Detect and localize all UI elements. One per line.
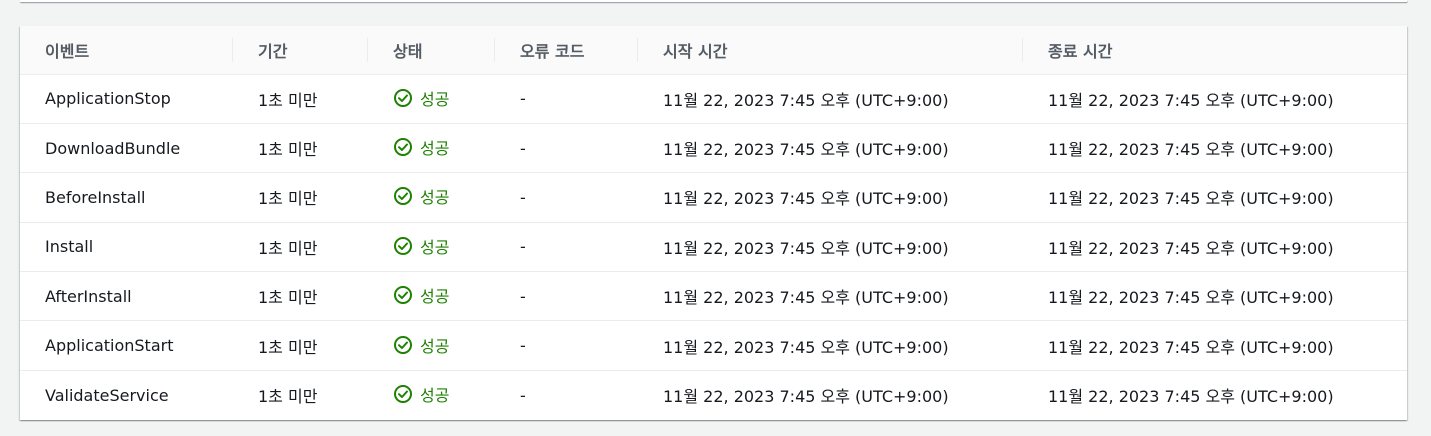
check-circle-icon — [393, 137, 413, 157]
column-header-end-time[interactable]: 종료 시간 — [1023, 26, 1407, 74]
duration-cell: 1초 미만 — [258, 238, 318, 258]
status-label: 성공 — [420, 287, 450, 307]
event-name-cell: DownloadBundle — [45, 138, 181, 158]
check-circle-icon — [393, 335, 413, 355]
status-cell: 성공 — [368, 370, 495, 419]
table-header-row: 이벤트 기간 상태 오류 코드 시작 시간 종료 시간 — [20, 26, 1407, 74]
status-label: 성공 — [420, 386, 450, 406]
check-circle-icon — [393, 88, 413, 108]
start-time-cell: 11월 22, 2023 7:45 오후 (UTC+9:00) — [663, 387, 949, 407]
duration-cell: 1초 미만 — [258, 288, 318, 308]
event-name-cell: AfterInstall — [45, 286, 132, 306]
lifecycle-events-table: 이벤트 기간 상태 오류 코드 시작 시간 종료 시간 ApplicationS… — [20, 26, 1407, 420]
start-time-cell: 11월 22, 2023 7:45 오후 (UTC+9:00) — [663, 189, 949, 209]
status-badge: 성공 — [393, 135, 449, 159]
duration-cell: 1초 미만 — [258, 140, 318, 160]
duration-cell: 1초 미만 — [258, 90, 318, 110]
status-cell: 성공 — [368, 222, 495, 271]
column-header-event[interactable]: 이벤트 — [20, 26, 233, 74]
column-header-start-time[interactable]: 시작 시간 — [638, 26, 1023, 74]
error-code-cell: - — [520, 138, 526, 158]
error-code-cell: - — [520, 237, 526, 257]
status-label: 성공 — [420, 188, 450, 208]
error-code-cell: - — [520, 286, 526, 306]
table-row: DownloadBundle 1초 미만 성공 - 11월 22, 2023 7:45 … — [20, 123, 1407, 173]
error-code-cell: - — [520, 385, 526, 405]
status-cell: 성공 — [368, 173, 495, 222]
table-row: AfterInstall 1초 미만 성공 - 11월 22, 2023 7:45 오후… — [20, 272, 1407, 321]
table-row: ApplicationStop 1초 미만 성공 - 11월 22, 2023 7:45… — [20, 74, 1407, 124]
status-badge: 성공 — [393, 333, 449, 357]
column-header-duration[interactable]: 기간 — [233, 26, 368, 74]
status-cell: 성공 — [368, 74, 495, 123]
start-time-cell: 11월 22, 2023 7:45 오후 (UTC+9:00) — [663, 238, 949, 258]
event-name-cell: BeforeInstall — [45, 187, 146, 207]
event-name-cell: ApplicationStart — [45, 336, 174, 356]
end-time-cell: 11월 22, 2023 7:45 오후 (UTC+9:00) — [1048, 189, 1334, 209]
status-cell: 성공 — [368, 123, 495, 172]
status-badge: 성공 — [393, 283, 449, 307]
status-badge: 성공 — [393, 86, 449, 110]
event-name-cell: Install — [45, 237, 94, 257]
column-header-status[interactable]: 상태 — [368, 26, 495, 74]
table-row: ApplicationStart 1초 미만 성공 - 11월 22, 2023 7:4… — [20, 321, 1407, 371]
event-name-cell: ApplicationStop — [45, 89, 171, 109]
check-circle-icon — [393, 384, 413, 404]
end-time-cell: 11월 22, 2023 7:45 오후 (UTC+9:00) — [1048, 238, 1334, 258]
status-badge: 성공 — [393, 184, 449, 208]
error-code-cell: - — [520, 89, 526, 109]
error-code-cell: - — [520, 336, 526, 356]
start-time-cell: 11월 22, 2023 7:45 오후 (UTC+9:00) — [663, 90, 949, 110]
check-circle-icon — [393, 236, 413, 256]
status-badge: 성공 — [393, 234, 449, 258]
status-label: 성공 — [420, 336, 450, 356]
start-time-cell: 11월 22, 2023 7:45 오후 (UTC+9:00) — [663, 288, 949, 308]
start-time-cell: 11월 22, 2023 7:45 오후 (UTC+9:00) — [663, 140, 949, 160]
status-label: 성공 — [420, 237, 450, 257]
start-time-cell: 11월 22, 2023 7:45 오후 (UTC+9:00) — [663, 337, 949, 357]
duration-cell: 1초 미만 — [258, 387, 318, 407]
end-time-cell: 11월 22, 2023 7:45 오후 (UTC+9:00) — [1048, 337, 1334, 357]
check-circle-icon — [393, 186, 413, 206]
error-code-cell: - — [520, 187, 526, 207]
check-circle-icon — [393, 285, 413, 305]
previous-panel-edge — [20, 0, 1407, 2]
end-time-cell: 11월 22, 2023 7:45 오후 (UTC+9:00) — [1048, 387, 1334, 407]
status-label: 성공 — [420, 89, 450, 109]
end-time-cell: 11월 22, 2023 7:45 오후 (UTC+9:00) — [1048, 288, 1334, 308]
lifecycle-events-table-container: 이벤트 기간 상태 오류 코드 시작 시간 종료 시간 ApplicationS… — [20, 26, 1407, 420]
status-label: 성공 — [420, 139, 450, 159]
duration-cell: 1초 미만 — [258, 337, 318, 357]
end-time-cell: 11월 22, 2023 7:45 오후 (UTC+9:00) — [1048, 140, 1334, 160]
end-time-cell: 11월 22, 2023 7:45 오후 (UTC+9:00) — [1048, 90, 1334, 110]
status-badge: 성공 — [393, 382, 449, 406]
status-cell: 성공 — [368, 272, 495, 321]
table-row: Install 1초 미만 성공 - 11월 22, 2023 7:45 오후 (UTC… — [20, 222, 1407, 272]
status-cell: 성공 — [368, 321, 495, 370]
table-row: BeforeInstall 1초 미만 성공 - 11월 22, 2023 7:45 오… — [20, 173, 1407, 223]
event-name-cell: ValidateService — [45, 385, 169, 405]
table-row: ValidateService 1초 미만 성공 - 11월 22, 2023 7:45… — [20, 370, 1407, 419]
duration-cell: 1초 미만 — [258, 189, 318, 209]
column-header-error-code[interactable]: 오류 코드 — [495, 26, 638, 74]
